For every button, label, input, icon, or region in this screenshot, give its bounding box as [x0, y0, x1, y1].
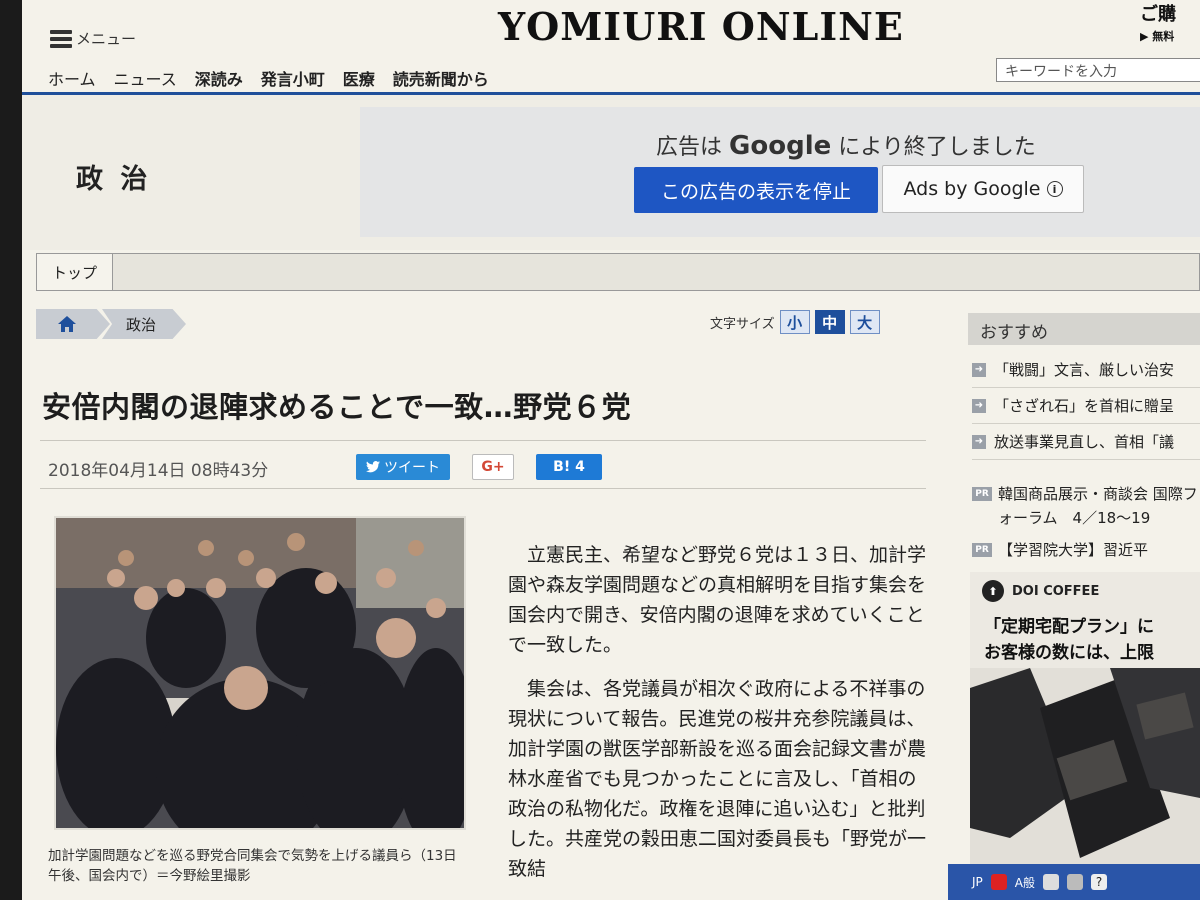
home-icon	[58, 316, 76, 332]
photo-caption: 加計学園問題などを巡る野党合同集会で気勢を上げる議員ら（13日午後、国会内で）＝…	[48, 848, 457, 884]
tab-top[interactable]: トップ	[37, 254, 113, 290]
arrow-right-icon: ➜	[972, 398, 986, 413]
coffee-ad-banner[interactable]: ⬆ DOI COFFEE 「定期宅配プラン」に お客様の数には、上限	[970, 572, 1200, 872]
hatena-bookmark-button[interactable]: B! 4	[536, 454, 602, 480]
search-input[interactable]: キーワードを入力	[996, 58, 1200, 82]
nav-item-home[interactable]: ホーム	[48, 66, 96, 90]
pr-badge: PR	[972, 487, 992, 501]
article-date: 2018年04月14日 08時43分	[48, 461, 269, 481]
browser-viewport: メニュー YOMIURI ONLINE ご購 ▶ 無料 ホーム ニュース 深読み…	[22, 0, 1200, 900]
article-photo[interactable]	[54, 516, 466, 830]
tweet-button[interactable]: ツイート	[356, 454, 450, 480]
nav-item-iryo[interactable]: 医療	[343, 66, 375, 90]
twitter-icon	[366, 461, 380, 473]
font-size-control: 文字サイズ 小 中 大	[710, 310, 880, 334]
menu-button[interactable]: メニュー	[50, 28, 136, 49]
article-paragraph: 集会は、各党議員が相次ぐ政府による不祥事の現状について報告。民進党の桜井充参院議…	[508, 678, 927, 880]
nav-item-newspaper[interactable]: 読売新聞から	[393, 66, 489, 90]
subscribe-label: ご購	[1140, 4, 1176, 25]
global-nav: ホーム ニュース 深読み 発言小町 医療 読売新聞から	[48, 66, 489, 90]
coffee-ad-line1: 「定期宅配プラン」に	[984, 617, 1154, 637]
breadcrumb-home[interactable]	[36, 309, 110, 339]
font-size-small-button[interactable]: 小	[779, 310, 810, 334]
nav-item-news[interactable]: ニュース	[114, 66, 177, 90]
subscribe-link[interactable]: ご購 ▶ 無料	[1140, 4, 1200, 48]
google-wordmark: Google	[729, 131, 832, 161]
article-headline: 安倍内閣の退陣求めることで一致…野党６党	[42, 390, 632, 424]
tool-icon[interactable]	[1043, 874, 1059, 890]
ime-language[interactable]: JP	[972, 875, 983, 889]
article-body: 立憲民主、希望など野党６党は１３日、加計学園や森友学園問題などの真相解明を目指す…	[508, 540, 928, 898]
help-icon[interactable]: ?	[1091, 874, 1107, 890]
stop-ad-button[interactable]: この広告の表示を停止	[634, 167, 878, 213]
recommend-item[interactable]: ➜ 放送事業見直し、首相「議	[972, 424, 1200, 460]
site-logo[interactable]: YOMIURI ONLINE	[498, 4, 904, 49]
google-plus-button[interactable]: G+	[472, 454, 514, 480]
hamburger-icon	[50, 29, 72, 48]
coffee-ad-line2: お客様の数には、上限	[984, 643, 1154, 663]
recommend-item[interactable]: ➜ 「戦闘」文言、厳しい治安	[972, 352, 1200, 388]
pr-list: PR 韓国商品展示・商談会 国際フォーラム 4／18〜19 PR 【学習院大学】…	[972, 482, 1200, 570]
recommend-item[interactable]: ➜ 「さざれ石」を首相に贈呈	[972, 388, 1200, 424]
article-paragraph: 立憲民主、希望など野党６党は１３日、加計学園や森友学園問題などの真相解明を目指す…	[508, 544, 927, 656]
arrow-right-icon: ➜	[972, 362, 986, 377]
font-size-label: 文字サイズ	[710, 316, 775, 332]
coffee-logo-icon: ⬆	[982, 580, 1004, 602]
recommend-list: ➜ 「戦闘」文言、厳しい治安 ➜ 「さざれ石」を首相に贈呈 ➜ 放送事業見直し、…	[972, 352, 1200, 460]
coffee-bags-image	[970, 668, 1200, 868]
pr-badge: PR	[972, 543, 992, 557]
ime-icon[interactable]	[990, 874, 1007, 890]
breadcrumb-section[interactable]: 政治	[102, 309, 186, 339]
divider	[40, 488, 926, 489]
divider	[40, 440, 926, 441]
coffee-brand: ⬆ DOI COFFEE	[982, 580, 1099, 602]
menu-label: メニュー	[76, 30, 137, 48]
monitor-bezel	[0, 0, 22, 900]
tool-icon[interactable]	[1067, 874, 1083, 890]
ime-mode[interactable]: A般	[1015, 874, 1035, 891]
pr-item[interactable]: PR 韓国商品展示・商談会 国際フォーラム 4／18〜19	[972, 482, 1200, 530]
section-banner: 政 治 広告は Google により終了しました この広告の表示を停止 Ads …	[22, 95, 1200, 250]
section-title: 政 治	[76, 164, 152, 195]
nav-item-komachi[interactable]: 発言小町	[261, 66, 325, 90]
pr-item[interactable]: PR 【学習院大学】習近平	[972, 538, 1200, 562]
font-size-medium-button[interactable]: 中	[814, 310, 845, 334]
recommend-header: おすすめ	[968, 313, 1200, 345]
font-size-large-button[interactable]: 大	[849, 310, 880, 334]
info-icon: i	[1046, 181, 1063, 197]
nav-item-fukayomi[interactable]: 深読み	[195, 66, 243, 90]
rally-photo-image	[56, 518, 464, 828]
ad-closed-message: 広告は Google により終了しました	[656, 131, 1036, 161]
arrow-right-icon: ➜	[972, 434, 986, 449]
ad-closed-panel: 広告は Google により終了しました この広告の表示を停止 Ads by G…	[360, 107, 1200, 237]
system-tray: JP A般 ?	[948, 864, 1200, 900]
section-tabbar: トップ	[36, 253, 1200, 291]
ads-by-google-button[interactable]: Ads by Google i	[882, 165, 1084, 213]
subscribe-sub: ▶ 無料	[1140, 30, 1175, 43]
